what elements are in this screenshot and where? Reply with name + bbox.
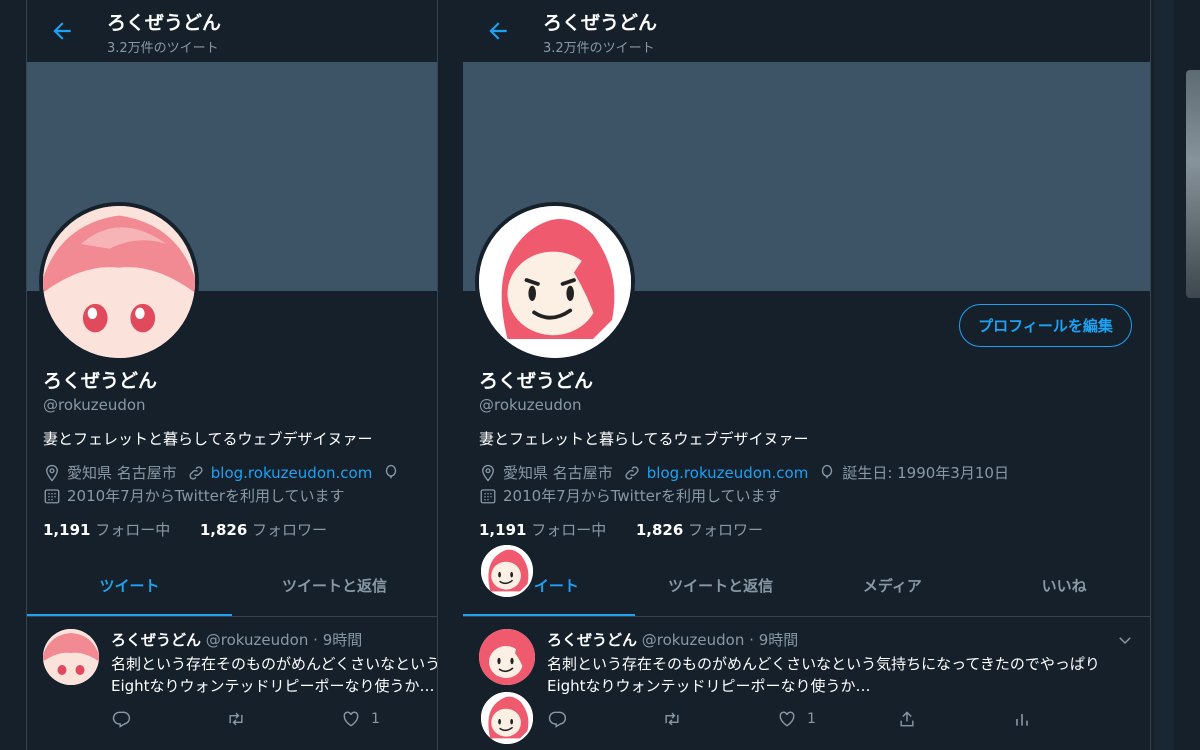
followers-label[interactable]: フォロワー — [688, 521, 763, 539]
like-icon — [343, 711, 359, 727]
tweet-author-handle[interactable]: @rokuzeudon — [206, 631, 309, 649]
tweet[interactable]: ろくぜうどん @rokuzeudon · 9時間 名刺という存在そのものがめんど… — [463, 617, 1150, 750]
calendar-icon — [479, 487, 497, 505]
link-icon — [187, 464, 205, 482]
tweet-time[interactable]: 9時間 — [759, 631, 799, 649]
balloon-icon — [818, 464, 836, 482]
profile-birthday: 誕生日: 1990年3月10日 — [842, 464, 1009, 482]
profile-joined: 2010年7月からTwitterを利用しています — [503, 487, 781, 505]
tweet-separator: · — [749, 631, 754, 649]
partial-photo — [1186, 70, 1200, 298]
following-label[interactable]: フォロー中 — [531, 521, 606, 539]
profile-tabs: ツイート ツイートと返信 — [27, 560, 437, 617]
like-button[interactable]: 1 — [777, 709, 816, 729]
floating-avatar — [479, 690, 535, 746]
back-arrow-icon[interactable] — [49, 18, 75, 44]
analytics-icon[interactable] — [1012, 709, 1032, 729]
location-icon — [479, 464, 497, 482]
followers-count[interactable]: 1,826 — [200, 521, 247, 539]
profile-joined-row: 2010年7月からTwitterを利用しています — [479, 485, 781, 506]
calendar-icon — [43, 487, 61, 505]
floating-avatar — [479, 543, 535, 599]
profile-header: ろくぜうどん 3.2万件のツイート — [27, 0, 437, 62]
tweet-text: 名刺という存在そのものがめんどくさいなという気持ちになってきたのでやっぱり Ei… — [547, 655, 1100, 695]
panel-gap — [437, 0, 464, 750]
reply-icon[interactable] — [547, 709, 567, 729]
tab-tweets-replies[interactable]: ツイートと返信 — [232, 560, 437, 616]
header-tweet-count: 3.2万件のツイート — [107, 41, 219, 56]
profile-joined: 2010年7月からTwitterを利用しています — [67, 487, 345, 505]
share-icon[interactable] — [897, 709, 917, 729]
profile-header: ろくぜうどん 3.2万件のツイート — [463, 0, 1150, 62]
edit-profile-button[interactable]: プロフィールを編集 — [959, 304, 1132, 347]
tweet-header: ろくぜうどん @rokuzeudon · 9時間 — [111, 629, 362, 650]
left-edge — [0, 0, 27, 750]
profile-website-link[interactable]: blog.rokuzeudon.com — [211, 464, 373, 482]
profile-bio: 妻とフェレットと暮らしてるウェブデザイヌァー — [43, 430, 373, 448]
reply-icon[interactable] — [111, 709, 131, 729]
profile-name: ろくぜうどん — [479, 370, 594, 392]
tweet-author-handle[interactable]: @rokuzeudon — [642, 631, 745, 649]
profile-location: 愛知県 名古屋市 — [67, 464, 177, 482]
tweet-text: 名刺という存在そのものがめんどくさいなという Eightなりウォンテッドリピーポ… — [111, 655, 437, 695]
profile-website-link[interactable]: blog.rokuzeudon.com — [647, 464, 809, 482]
balloon-icon — [382, 464, 400, 482]
profile-handle: @rokuzeudon — [479, 396, 582, 414]
profile-meta-row: 愛知県 名古屋市 blog.rokuzeudon.com — [43, 462, 416, 483]
tweet-separator: · — [313, 631, 318, 649]
profile-panel-before: ろくぜうどん 3.2万件のツイート ろくぜうどん @rokuzeudon 妻とフ… — [27, 0, 437, 750]
link-icon — [623, 464, 641, 482]
header-title: ろくぜうどん — [107, 12, 222, 34]
tweet-time[interactable]: 9時間 — [323, 631, 363, 649]
like-button[interactable]: 1 — [341, 709, 380, 729]
like-icon — [779, 711, 795, 727]
profile-handle: @rokuzeudon — [43, 396, 146, 414]
profile-location: 愛知県 名古屋市 — [503, 464, 613, 482]
tab-likes[interactable]: いいね — [978, 560, 1150, 616]
profile-meta-row: 愛知県 名古屋市 blog.rokuzeudon.com 誕生日: 1990年3… — [479, 462, 1019, 483]
tab-tweets-replies[interactable]: ツイートと返信 — [635, 560, 807, 616]
profile-name: ろくぜうどん — [43, 370, 158, 392]
tab-media[interactable]: メディア — [807, 560, 979, 616]
location-icon — [43, 464, 61, 482]
like-count: 1 — [371, 711, 380, 727]
tweet-avatar[interactable] — [479, 629, 535, 685]
tweet[interactable]: ろくぜうどん @rokuzeudon · 9時間 名刺という存在そのものがめんど… — [27, 617, 437, 750]
scrollbar[interactable] — [1154, 0, 1174, 750]
followers-label[interactable]: フォロワー — [252, 521, 327, 539]
following-count[interactable]: 1,191 — [43, 521, 90, 539]
retweet-icon[interactable] — [226, 709, 246, 729]
follow-stats: 1,191 フォロー中 1,826 フォロワー — [43, 519, 327, 540]
avatar[interactable] — [475, 202, 635, 362]
profile-joined-row: 2010年7月からTwitterを利用しています — [43, 485, 345, 506]
followers-count[interactable]: 1,826 — [636, 521, 683, 539]
tweet-header: ろくぜうどん @rokuzeudon · 9時間 — [547, 629, 798, 650]
profile-bio: 妻とフェレットと暮らしてるウェブデザイヌァー — [479, 430, 809, 448]
tweet-author-name[interactable]: ろくぜうどん — [547, 631, 637, 649]
header-title: ろくぜうどん — [543, 12, 658, 34]
tweet-author-name[interactable]: ろくぜうどん — [111, 631, 201, 649]
chevron-down-icon[interactable] — [1116, 631, 1134, 649]
following-count[interactable]: 1,191 — [479, 521, 526, 539]
tweet-avatar[interactable] — [43, 629, 99, 685]
profile-tabs: ツイート ツイートと返信 メディア いいね — [463, 560, 1150, 617]
back-arrow-icon[interactable] — [485, 18, 511, 44]
avatar[interactable] — [39, 202, 199, 362]
header-tweet-count: 3.2万件のツイート — [543, 41, 655, 56]
like-count: 1 — [807, 711, 816, 727]
following-label[interactable]: フォロー中 — [95, 521, 170, 539]
profile-panel-after: ろくぜうどん 3.2万件のツイート プロフィールを編集 ろくぜうどん @roku… — [463, 0, 1150, 750]
tab-tweets[interactable]: ツイート — [27, 560, 232, 616]
follow-stats: 1,191 フォロー中 1,826 フォロワー — [479, 519, 763, 540]
retweet-icon[interactable] — [662, 709, 682, 729]
